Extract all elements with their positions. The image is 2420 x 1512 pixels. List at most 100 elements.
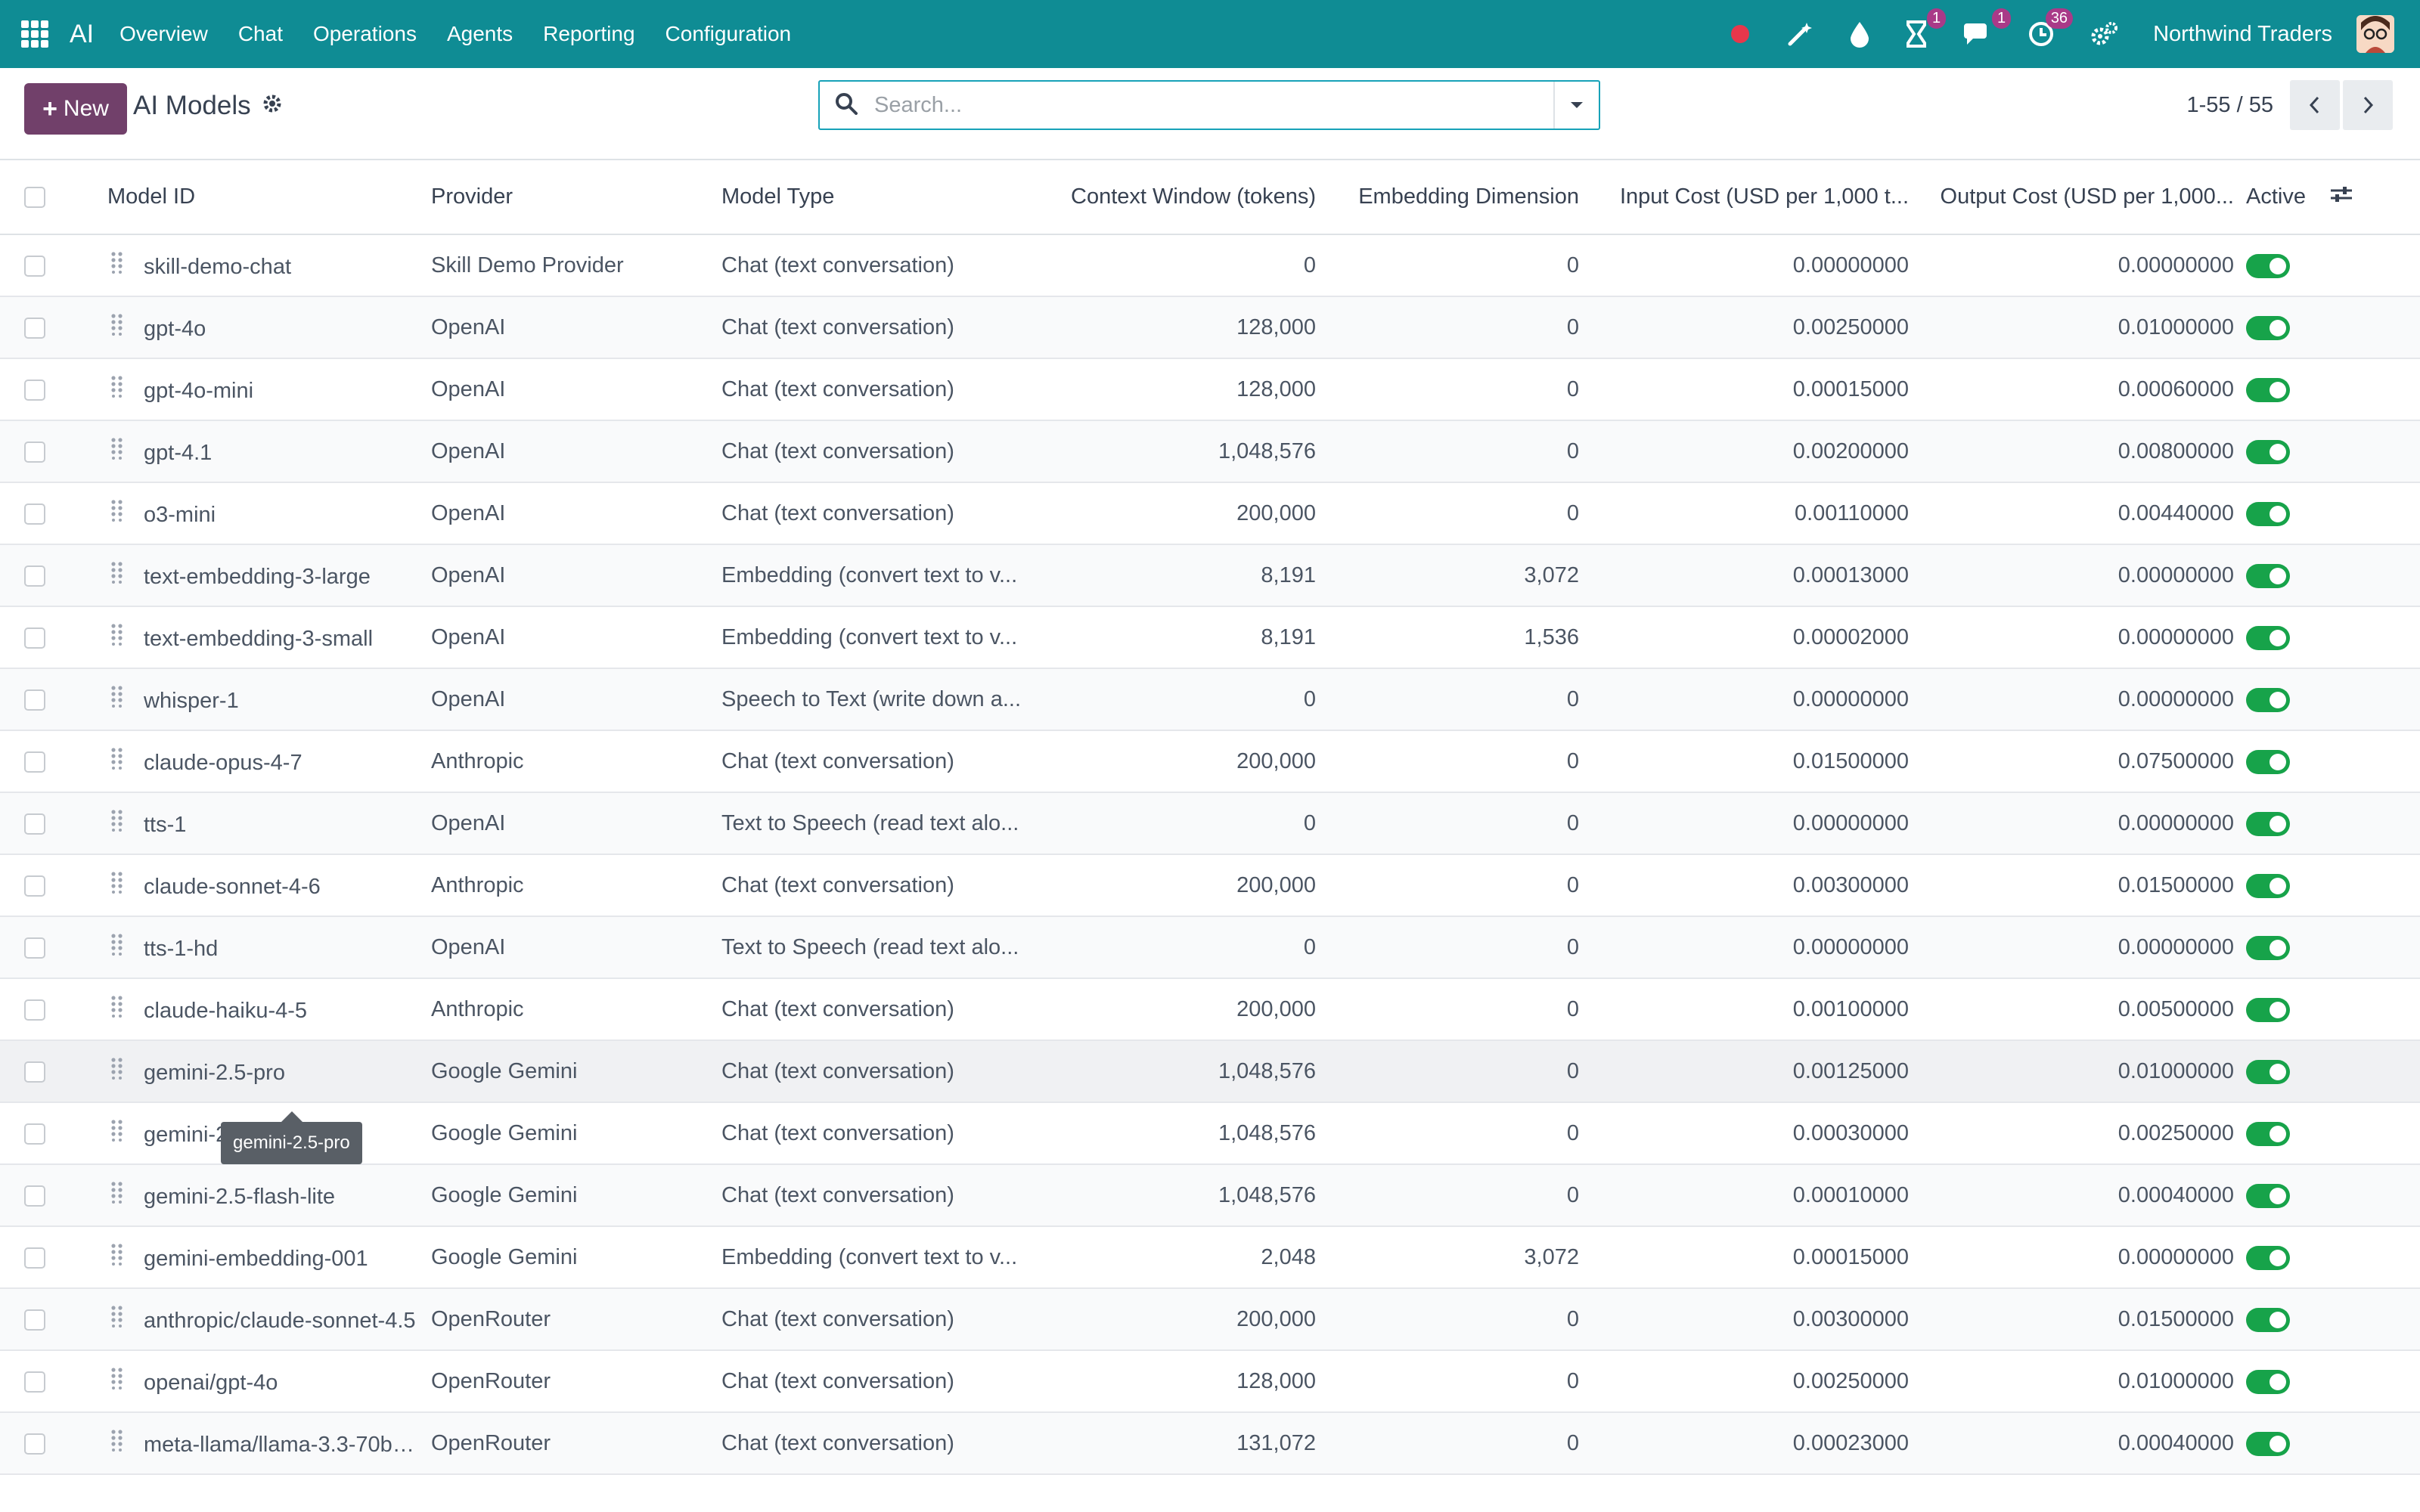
apps-menu-icon[interactable]: [21, 20, 48, 48]
provider-cell[interactable]: Google Gemini: [425, 1226, 715, 1289]
new-button[interactable]: + New: [24, 83, 127, 135]
active-toggle[interactable]: [2246, 1183, 2290, 1208]
output-cost-cell[interactable]: 0.00000000: [1915, 792, 2240, 855]
model-type-cell[interactable]: Chat (text conversation): [715, 1412, 1032, 1475]
output-cost-cell[interactable]: 0.00000000: [1915, 606, 2240, 669]
magic-wand-icon[interactable]: [1786, 20, 1814, 48]
row-checkbox[interactable]: [24, 379, 45, 401]
model-id-cell[interactable]: tts-1: [101, 792, 425, 855]
model-id-cell[interactable]: meta-llama/llama-3.3-70b-ins...: [101, 1412, 425, 1475]
pager-next-button[interactable]: [2343, 80, 2393, 130]
context-window-cell[interactable]: 0: [1032, 234, 1322, 297]
drop-icon[interactable]: [1849, 20, 1870, 48]
model-type-cell[interactable]: Chat (text conversation): [715, 1040, 1032, 1103]
table-row[interactable]: claude-haiku-4-5 Anthropic Chat (text conv…: [0, 978, 2420, 1041]
model-id-cell[interactable]: gpt-4o-mini: [101, 358, 425, 421]
col-output-cost[interactable]: Output Cost (USD per 1,000...: [1915, 160, 2240, 235]
pager-previous-button[interactable]: [2290, 80, 2340, 130]
model-type-cell[interactable]: Chat (text conversation): [715, 1288, 1032, 1351]
embedding-dimension-cell[interactable]: 0: [1322, 234, 1585, 297]
model-id-cell[interactable]: tts-1-hd: [101, 916, 425, 979]
embedding-dimension-cell[interactable]: 3,072: [1322, 544, 1585, 607]
drag-handle-icon[interactable]: [110, 871, 124, 900]
model-type-cell[interactable]: Chat (text conversation): [715, 234, 1032, 297]
embedding-dimension-cell[interactable]: 0: [1322, 1412, 1585, 1475]
input-cost-cell[interactable]: 0.00125000: [1585, 1040, 1915, 1103]
row-checkbox[interactable]: [24, 565, 45, 587]
context-window-cell[interactable]: 8,191: [1032, 544, 1322, 607]
menu-configuration[interactable]: Configuration: [666, 22, 792, 46]
provider-cell[interactable]: OpenAI: [425, 358, 715, 421]
model-type-cell[interactable]: Embedding (convert text to v...: [715, 606, 1032, 669]
input-cost-cell[interactable]: 0.00000000: [1585, 668, 1915, 731]
input-cost-cell[interactable]: 0.01500000: [1585, 730, 1915, 793]
output-cost-cell[interactable]: 0.00500000: [1915, 978, 2240, 1041]
input-cost-cell[interactable]: 0.00250000: [1585, 296, 1915, 359]
output-cost-cell[interactable]: 0.00440000: [1915, 482, 2240, 545]
col-model-id[interactable]: Model ID: [101, 160, 425, 235]
drag-handle-icon[interactable]: [110, 1429, 124, 1458]
model-type-cell[interactable]: Chat (text conversation): [715, 730, 1032, 793]
provider-cell[interactable]: OpenAI: [425, 482, 715, 545]
input-cost-cell[interactable]: 0.00013000: [1585, 544, 1915, 607]
row-checkbox[interactable]: [24, 1309, 45, 1331]
embedding-dimension-cell[interactable]: 0: [1322, 730, 1585, 793]
drag-handle-icon[interactable]: [110, 313, 124, 342]
context-window-cell[interactable]: 1,048,576: [1032, 1102, 1322, 1165]
drag-handle-icon[interactable]: [110, 623, 124, 652]
provider-cell[interactable]: Google Gemini: [425, 1102, 715, 1165]
input-cost-cell[interactable]: 0.00015000: [1585, 358, 1915, 421]
model-id-cell[interactable]: whisper-1: [101, 668, 425, 731]
active-toggle[interactable]: [2246, 749, 2290, 774]
row-checkbox[interactable]: [24, 813, 45, 835]
context-window-cell[interactable]: 0: [1032, 792, 1322, 855]
embedding-dimension-cell[interactable]: 0: [1322, 1350, 1585, 1413]
table-row[interactable]: claude-sonnet-4-6 Anthropic Chat (text con…: [0, 854, 2420, 917]
table-row[interactable]: gemini-2.5-flash-lite Google Gemini Chat (…: [0, 1164, 2420, 1227]
input-cost-cell[interactable]: 0.00000000: [1585, 792, 1915, 855]
table-row[interactable]: gemini-2.5-pro Google Gemini Chat (text co…: [0, 1040, 2420, 1103]
input-cost-cell[interactable]: 0.00023000: [1585, 1412, 1915, 1475]
embedding-dimension-cell[interactable]: 0: [1322, 668, 1585, 731]
row-checkbox[interactable]: [24, 1061, 45, 1083]
provider-cell[interactable]: Google Gemini: [425, 1040, 715, 1103]
embedding-dimension-cell[interactable]: 3,072: [1322, 1226, 1585, 1289]
active-toggle[interactable]: [2246, 1059, 2290, 1084]
model-type-cell[interactable]: Speech to Text (write down a...: [715, 668, 1032, 731]
model-id-cell[interactable]: skill-demo-chat: [101, 234, 425, 297]
active-toggle[interactable]: [2246, 935, 2290, 960]
active-toggle[interactable]: [2246, 253, 2290, 278]
drag-handle-icon[interactable]: [110, 933, 124, 962]
provider-cell[interactable]: OpenRouter: [425, 1350, 715, 1413]
input-cost-cell[interactable]: 0.00200000: [1585, 420, 1915, 483]
model-type-cell[interactable]: Chat (text conversation): [715, 1102, 1032, 1165]
input-cost-cell[interactable]: 0.00010000: [1585, 1164, 1915, 1227]
context-window-cell[interactable]: 200,000: [1032, 730, 1322, 793]
embedding-dimension-cell[interactable]: 0: [1322, 296, 1585, 359]
col-context-window[interactable]: Context Window (tokens): [1032, 160, 1322, 235]
model-type-cell[interactable]: Chat (text conversation): [715, 1164, 1032, 1227]
context-window-cell[interactable]: 0: [1032, 916, 1322, 979]
model-type-cell[interactable]: Chat (text conversation): [715, 482, 1032, 545]
embedding-dimension-cell[interactable]: 0: [1322, 1102, 1585, 1165]
drag-handle-icon[interactable]: [110, 685, 124, 714]
table-row[interactable]: claude-opus-4-7 Anthropic Chat (text conve…: [0, 730, 2420, 793]
embedding-dimension-cell[interactable]: 0: [1322, 916, 1585, 979]
user-avatar[interactable]: [2356, 15, 2394, 53]
model-id-cell[interactable]: openai/gpt-4o: [101, 1350, 425, 1413]
table-row[interactable]: skill-demo-chat Skill Demo Provider Chat (…: [0, 234, 2420, 297]
drag-handle-icon[interactable]: [110, 499, 124, 528]
row-checkbox[interactable]: [24, 751, 45, 773]
provider-cell[interactable]: OpenAI: [425, 420, 715, 483]
pager-value[interactable]: 1-55 / 55: [2187, 93, 2273, 118]
drag-handle-icon[interactable]: [110, 375, 124, 404]
output-cost-cell[interactable]: 0.01500000: [1915, 854, 2240, 917]
col-active[interactable]: Active: [2240, 160, 2323, 235]
provider-cell[interactable]: Anthropic: [425, 730, 715, 793]
record-indicator-icon[interactable]: [1730, 23, 1751, 45]
output-cost-cell[interactable]: 0.01000000: [1915, 1350, 2240, 1413]
table-row[interactable]: text-embedding-3-small OpenAI Embedding (c…: [0, 606, 2420, 669]
table-row[interactable]: gemini-2.5-flashGoogle GeminiChat (text …: [0, 1102, 2420, 1165]
table-row[interactable]: o3-mini OpenAI Chat (text conversation) 200…: [0, 482, 2420, 545]
col-input-cost[interactable]: Input Cost (USD per 1,000 t...: [1585, 160, 1915, 235]
